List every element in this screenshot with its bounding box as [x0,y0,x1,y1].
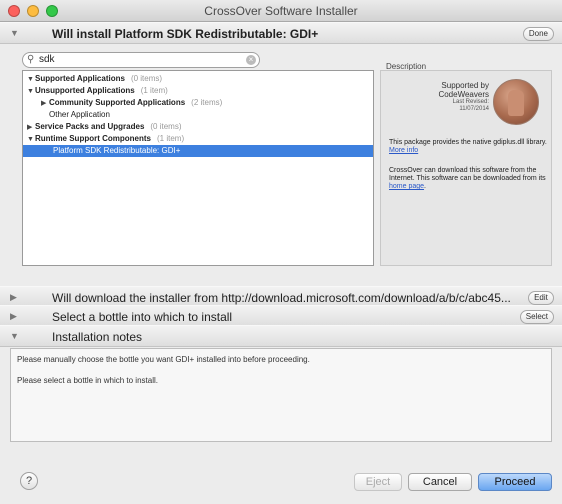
install-section-header[interactable]: ▼ Will install Platform SDK Redistributa… [0,22,562,44]
disclosure-expanded-icon[interactable]: ▼ [10,331,19,341]
tree-item-label: Runtime Support Components [35,134,151,143]
edit-button[interactable]: Edit [528,291,554,305]
installation-notes-area: Please manually choose the bottle you wa… [10,348,552,442]
cancel-button[interactable]: Cancel [408,473,472,491]
bottle-section-header[interactable]: ▶ Select a bottle into which to install … [0,305,562,327]
tree-item-community-supported-applications[interactable]: ▶ Community Supported Applications (2 item… [23,97,373,109]
search-icon: ⚲ [27,54,35,65]
tree-item-count: (1 item) [140,86,168,95]
clear-search-icon[interactable]: × [246,55,256,65]
tree-item-count: (1 item) [157,134,185,143]
support-info: Supported by CodeWeavers Last Revised: 1… [389,81,489,113]
help-button[interactable]: ? [20,472,38,490]
eject-button[interactable]: Eject [354,473,402,491]
last-revised-date: 11/07/2014 [459,106,489,112]
tree-item-label: Other Application [49,110,110,119]
more-info-link[interactable]: More info [389,147,418,154]
vendor-name: CodeWeavers [438,90,489,99]
search-field[interactable]: ⚲ sdk × [22,52,260,68]
codeweavers-thumbs-up-icon [493,79,539,125]
bottle-section-title: Select a bottle into which to install [52,310,233,324]
disclosure-collapsed-icon[interactable]: ▶ [10,292,17,303]
description-panel: Supported by CodeWeavers Last Revised: 1… [380,70,552,266]
tree-item-label: Service Packs and Upgrades [35,122,145,131]
note-line: Please select a bottle in which to insta… [17,376,158,385]
done-button[interactable]: Done [522,27,554,41]
tree-item-label: Unsupported Applications [35,86,135,95]
tree-item-label: Supported Applications [35,74,125,83]
download-section-title: Will download the installer from http://… [52,291,511,305]
description-text-2: CrossOver can download this software fro… [389,167,546,190]
description-paragraph: This package provides the native gdiplus… [389,139,547,146]
tree-item-count: (0 items) [130,74,163,83]
search-input[interactable]: sdk [39,54,55,65]
select-button[interactable]: Select [519,310,554,324]
description-text-1: This package provides the native gdiplus… [389,139,547,155]
disclosure-collapsed-icon[interactable]: ▶ [10,311,17,322]
proceed-button[interactable]: Proceed [478,473,552,491]
tree-item-runtime-support-components[interactable]: ▼Runtime Support Components (1 item) [23,133,373,145]
application-tree[interactable]: ▼Supported Applications (0 items) ▼Unsupp… [22,70,374,266]
note-line: Please manually choose the bottle you wa… [17,355,310,364]
last-revised-label: Last Revised: [452,99,489,105]
tree-item-label: Platform SDK Redistributable: GDI+ [53,146,181,155]
description-paragraph: CrossOver can download this software fro… [389,167,546,182]
install-section-title: Will install Platform SDK Redistributabl… [52,27,319,41]
home-page-link[interactable]: home page [389,183,424,190]
tree-item-other-application[interactable]: Other Application [23,109,373,121]
tree-item-label: Community Supported Applications [49,98,186,107]
tree-item-unsupported-applications[interactable]: ▼Unsupported Applications (1 item) [23,85,373,97]
supported-by-label: Supported by [441,81,489,90]
tree-item-count: (2 items) [191,98,223,107]
notes-section-title: Installation notes [52,330,143,344]
window-title: CrossOver Software Installer [204,4,358,18]
tree-item-count: (0 items) [150,122,182,131]
tree-item-gdiplus[interactable]: Platform SDK Redistributable: GDI+ [23,145,373,157]
disclosure-expanded-icon[interactable]: ▼ [10,28,19,38]
tree-item-supported-applications[interactable]: ▼Supported Applications (0 items) [23,73,373,85]
tree-item-service-packs[interactable]: ▶ Service Packs and Upgrades (0 items) [23,121,373,133]
notes-section-header[interactable]: ▼ Installation notes [0,325,562,347]
window-titlebar: CrossOver Software Installer [0,0,562,22]
